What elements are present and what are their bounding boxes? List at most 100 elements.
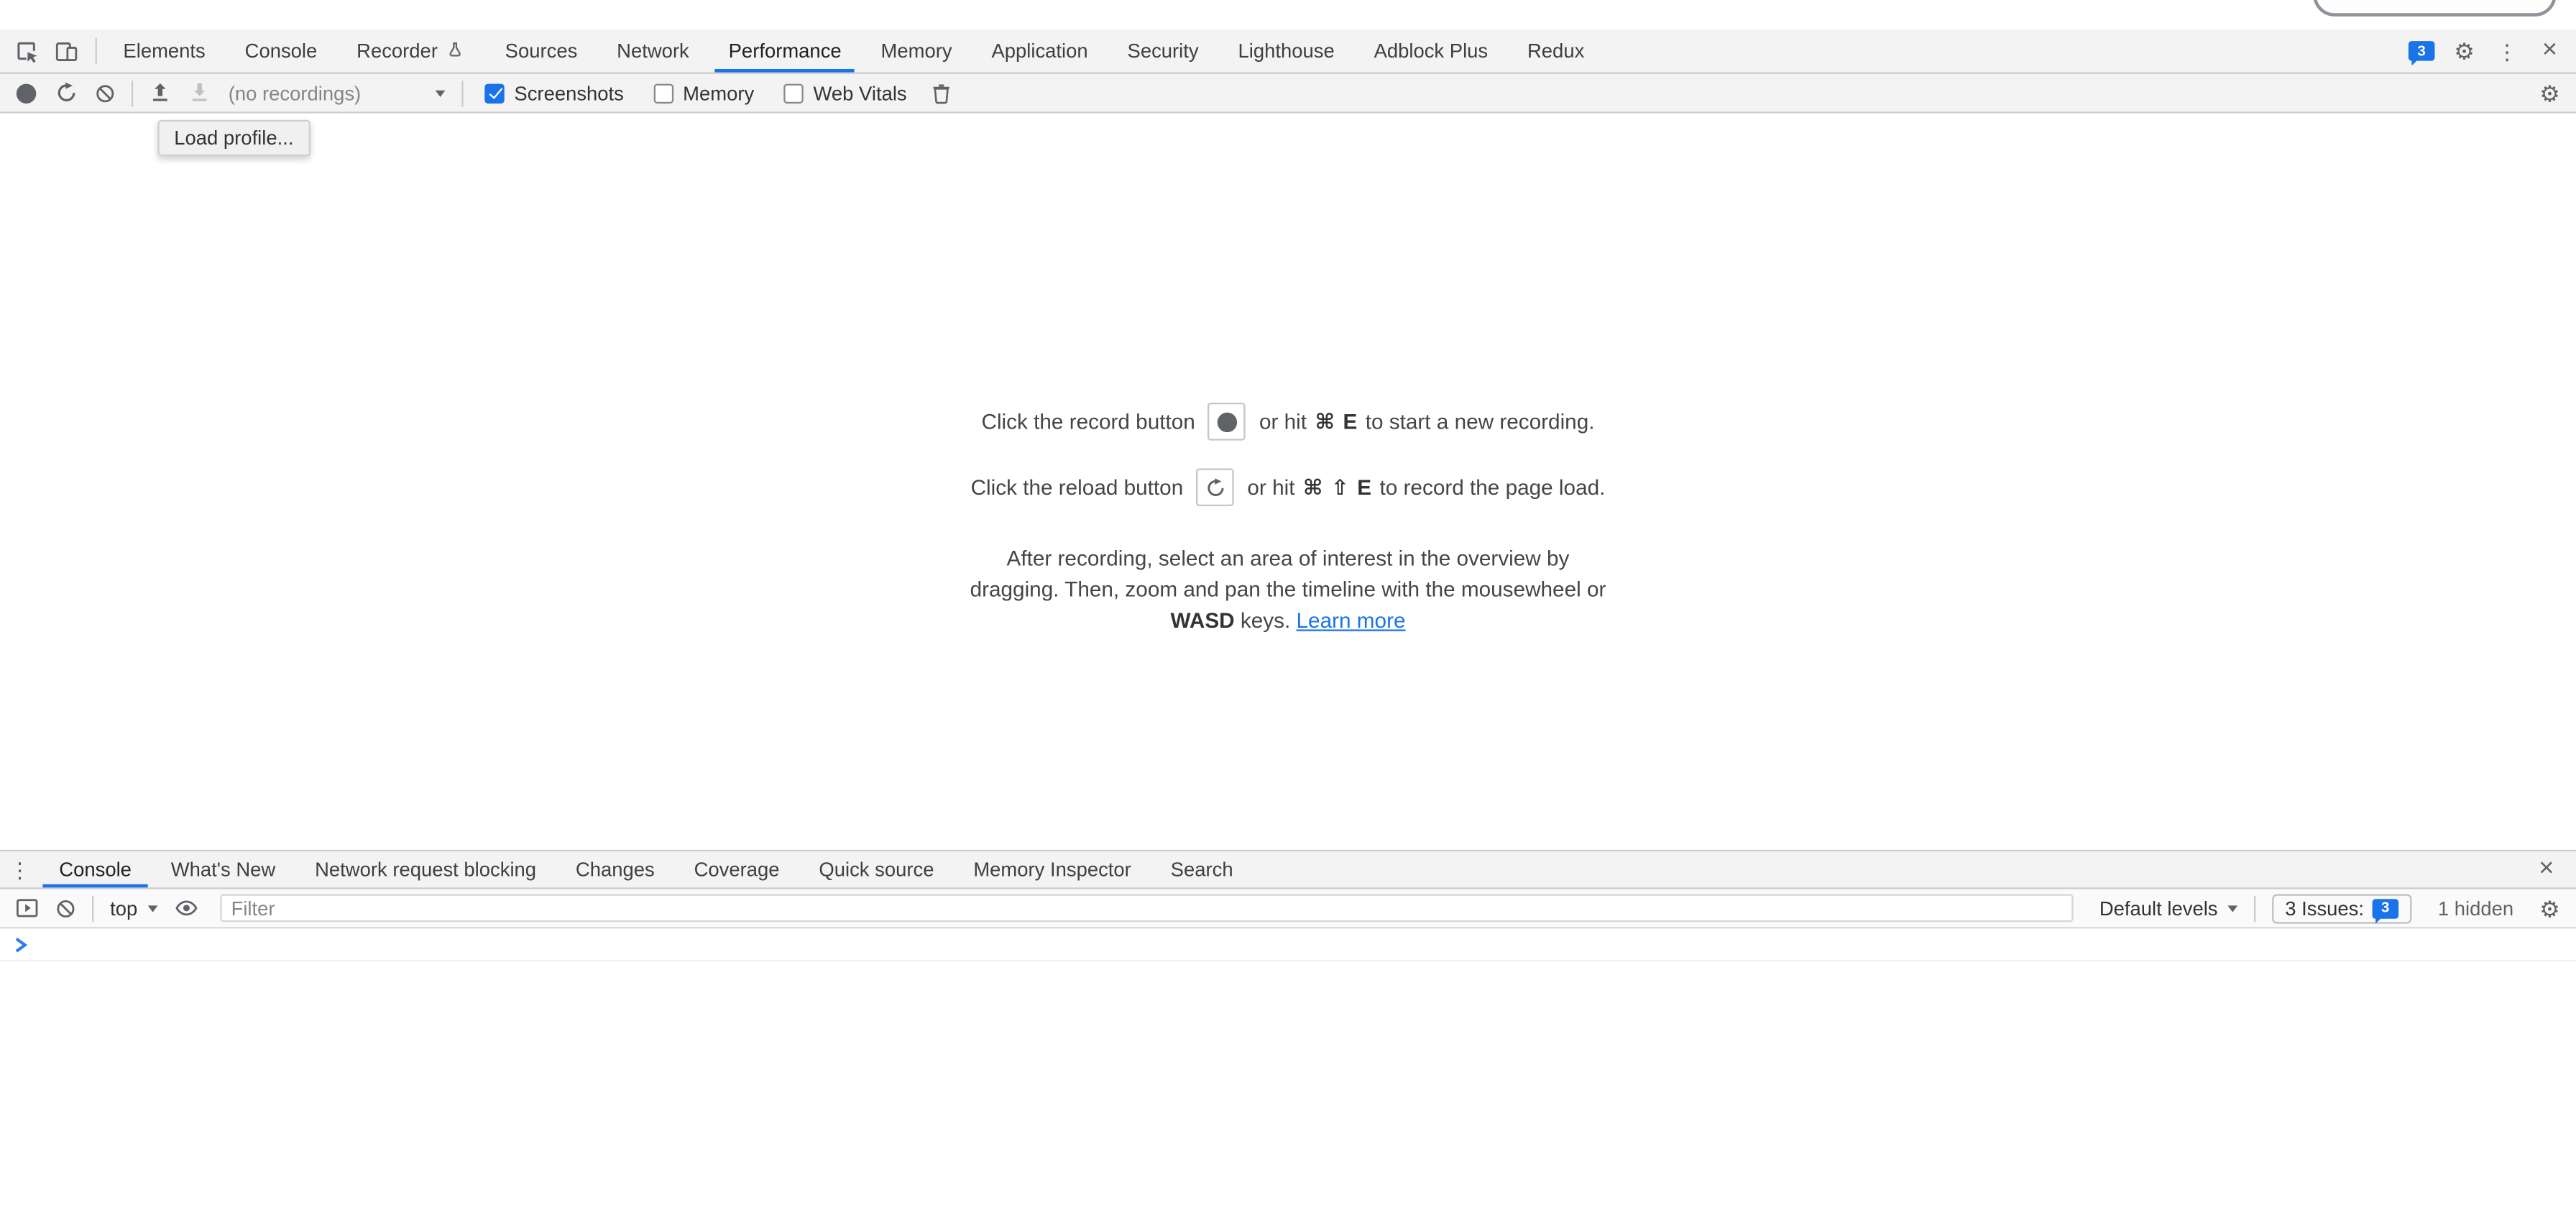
tab-label: Elements bbox=[123, 40, 205, 63]
close-icon: × bbox=[2539, 855, 2554, 884]
tab-label: Memory Inspector bbox=[973, 858, 1131, 881]
clear-console-button[interactable] bbox=[46, 888, 86, 928]
tab-memory[interactable]: Memory bbox=[868, 29, 965, 72]
show-console-sidebar-button[interactable] bbox=[6, 888, 46, 928]
tab-security[interactable]: Security bbox=[1114, 29, 1212, 72]
tab-label: Coverage bbox=[694, 858, 780, 881]
e-key-glyph: E bbox=[1357, 475, 1371, 500]
wasd-keys-text: WASD bbox=[1170, 608, 1234, 632]
shift-key-glyph: ⇧ bbox=[1331, 474, 1349, 500]
hidden-messages-count: 1 hidden bbox=[2438, 897, 2513, 920]
issues-chip[interactable]: 3 Issues: 3 bbox=[2272, 893, 2411, 923]
upload-icon bbox=[147, 81, 172, 105]
main-panel-tabs: Elements Console Recorder Sources Networ… bbox=[104, 29, 1604, 72]
context-value: top bbox=[110, 897, 137, 920]
load-profile-button[interactable] bbox=[139, 73, 179, 113]
tab-lighthouse[interactable]: Lighthouse bbox=[1225, 29, 1348, 72]
screenshots-checkbox[interactable]: Screenshots bbox=[484, 81, 624, 104]
tab-label: Console bbox=[245, 40, 318, 63]
close-icon: × bbox=[2542, 36, 2557, 65]
performance-toolbar: (no recordings) Screenshots Memory Web V… bbox=[0, 74, 2576, 114]
settings-gear-button[interactable]: ⚙ bbox=[2444, 31, 2484, 70]
tab-adblock-plus[interactable]: Adblock Plus bbox=[1361, 29, 1501, 72]
recordings-dropdown[interactable]: (no recordings) bbox=[229, 81, 446, 104]
issues-count: 3 bbox=[2381, 901, 2389, 916]
console-sidebar-icon bbox=[14, 896, 38, 920]
separator bbox=[2254, 895, 2255, 922]
web-vitals-checkbox[interactable]: Web Vitals bbox=[783, 81, 906, 104]
drawer-tab-memory-inspector[interactable]: Memory Inspector bbox=[957, 851, 1147, 887]
tab-application[interactable]: Application bbox=[978, 29, 1101, 72]
close-devtools-button[interactable]: × bbox=[2530, 31, 2570, 70]
hint-text: After recording, select an area of inter… bbox=[970, 546, 1606, 601]
reload-icon bbox=[1204, 476, 1227, 499]
reload-instruction-row: Click the reload button or hit ⌘ ⇧ E to … bbox=[971, 468, 1606, 506]
toggle-device-toolbar-button[interactable] bbox=[46, 31, 86, 70]
create-live-expression-button[interactable] bbox=[167, 888, 206, 928]
devtools-main-tabbar: Elements Console Recorder Sources Networ… bbox=[0, 29, 2576, 74]
capture-settings-gear-button[interactable]: ⚙ bbox=[2530, 73, 2570, 113]
chevron-down-icon bbox=[436, 90, 446, 96]
block-icon bbox=[93, 81, 116, 104]
performance-panel-content: Click the record button or hit ⌘ E to st… bbox=[0, 114, 2576, 850]
browser-top-strip bbox=[0, 0, 2576, 29]
tab-label: Search bbox=[1171, 858, 1233, 881]
console-prompt[interactable] bbox=[0, 928, 2576, 961]
close-drawer-button[interactable]: × bbox=[2526, 850, 2566, 889]
tab-performance[interactable]: Performance bbox=[715, 29, 855, 72]
drawer-tab-quick-source[interactable]: Quick source bbox=[803, 851, 951, 887]
device-toolbar-icon bbox=[53, 39, 78, 63]
tab-console[interactable]: Console bbox=[231, 29, 330, 72]
inspect-cursor-icon bbox=[14, 39, 38, 63]
issues-chip-label: 3 Issues: bbox=[2285, 897, 2364, 920]
inspect-element-button[interactable] bbox=[6, 31, 46, 70]
hint-text: keys. bbox=[1241, 608, 1290, 632]
usage-hint-text: After recording, select an area of inter… bbox=[960, 544, 1616, 637]
tab-label: Redux bbox=[1527, 40, 1584, 63]
console-messages-area[interactable] bbox=[0, 928, 2576, 1206]
tabbar-left-icons bbox=[0, 29, 88, 72]
drawer-tab-search[interactable]: Search bbox=[1154, 851, 1250, 887]
memory-label: Memory bbox=[683, 81, 754, 104]
drawer-tab-changes[interactable]: Changes bbox=[559, 851, 671, 887]
save-profile-button[interactable] bbox=[179, 73, 218, 113]
memory-checkbox[interactable]: Memory bbox=[653, 81, 754, 104]
record-button[interactable] bbox=[6, 73, 46, 113]
issues-counter-button[interactable]: 3 bbox=[2402, 31, 2442, 70]
tabbar-right-controls: 3 ⚙ ⋮ × bbox=[2402, 29, 2576, 72]
tab-network[interactable]: Network bbox=[604, 29, 702, 72]
issues-bubble-icon: 3 bbox=[2372, 898, 2398, 918]
log-levels-dropdown[interactable]: Default levels bbox=[2099, 897, 2237, 920]
clear-recordings-button[interactable] bbox=[86, 73, 125, 113]
reload-instruction-text: to record the page load. bbox=[1379, 475, 1605, 500]
record-instruction-text: or hit bbox=[1259, 409, 1307, 434]
learn-more-link[interactable]: Learn more bbox=[1297, 608, 1406, 632]
drawer-right-controls: × bbox=[2526, 851, 2576, 887]
console-settings-gear-button[interactable]: ⚙ bbox=[2530, 888, 2570, 928]
tab-elements[interactable]: Elements bbox=[110, 29, 218, 72]
block-icon bbox=[54, 897, 77, 920]
drawer-tab-whats-new[interactable]: What's New bbox=[155, 851, 292, 887]
collect-garbage-button[interactable] bbox=[921, 73, 961, 113]
tab-label: What's New bbox=[171, 858, 275, 881]
drawer-tab-coverage[interactable]: Coverage bbox=[678, 851, 796, 887]
console-filter-input[interactable] bbox=[220, 894, 2074, 922]
drawer-tab-network-request-blocking[interactable]: Network request blocking bbox=[298, 851, 553, 887]
tab-label: Recorder bbox=[356, 40, 438, 63]
more-options-button[interactable]: ⋮ bbox=[2488, 31, 2527, 70]
tab-redux[interactable]: Redux bbox=[1514, 29, 1598, 72]
javascript-context-dropdown[interactable]: top bbox=[110, 897, 157, 920]
drawer-tabbar: ⋮ Console What's New Network request blo… bbox=[0, 851, 2576, 889]
tab-recorder[interactable]: Recorder bbox=[344, 29, 479, 72]
eye-icon bbox=[175, 896, 199, 920]
tab-label: Network bbox=[617, 40, 689, 63]
record-instruction-row: Click the record button or hit ⌘ E to st… bbox=[981, 403, 1594, 441]
tab-sources[interactable]: Sources bbox=[492, 29, 590, 72]
reload-instruction-text: or hit bbox=[1247, 475, 1294, 500]
tab-label: Console bbox=[59, 858, 132, 881]
screenshots-label: Screenshots bbox=[514, 81, 623, 104]
console-toolbar: top Default levels 3 Issues: 3 1 hidden bbox=[0, 889, 2576, 929]
drawer-tab-console[interactable]: Console bbox=[42, 851, 147, 887]
drawer-more-tools-button[interactable]: ⋮ bbox=[0, 851, 40, 887]
reload-and-record-button[interactable] bbox=[46, 73, 86, 113]
